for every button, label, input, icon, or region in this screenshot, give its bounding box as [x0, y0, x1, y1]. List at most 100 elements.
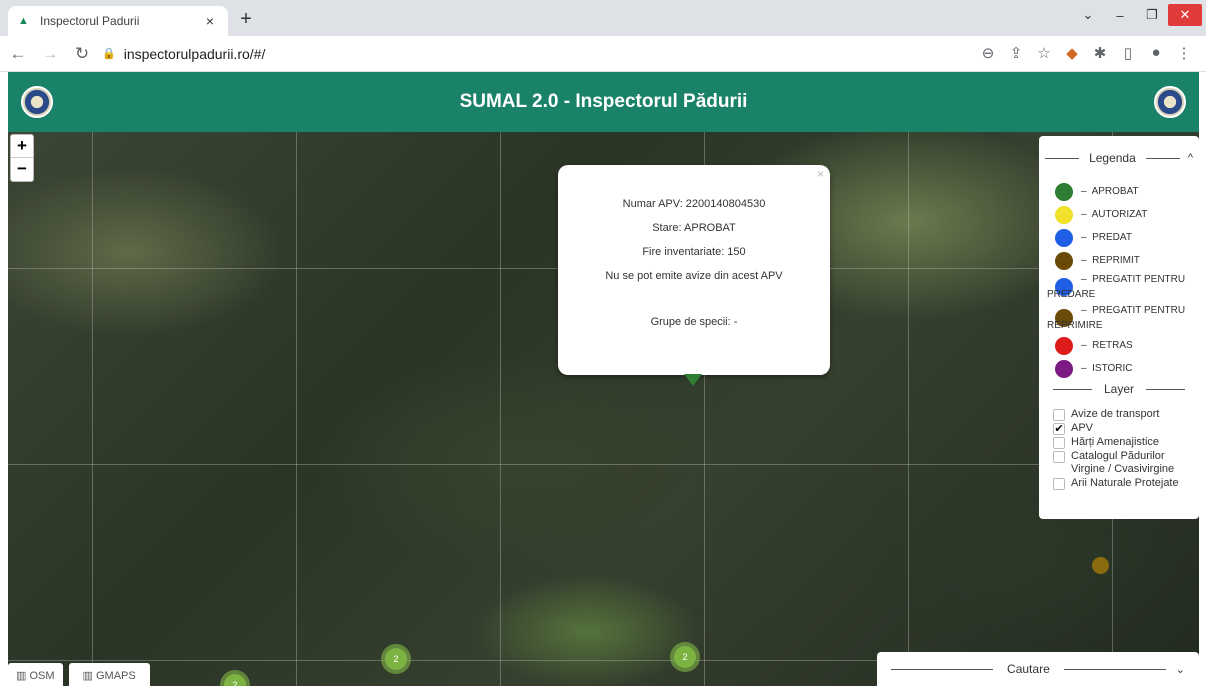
- layer-label: Catalogul Pădurilor Virgine / Cvasivirgi…: [1071, 450, 1175, 475]
- reload-icon[interactable]: ↻: [68, 44, 96, 64]
- close-tab-icon[interactable]: ×: [202, 13, 218, 29]
- minimize-button[interactable]: –: [1104, 8, 1136, 23]
- extension-icon[interactable]: ◆: [1058, 44, 1086, 62]
- legend-label: ISTORIC: [1092, 363, 1133, 374]
- browser-toolbar: ← → ↻ 🔒 inspectorulpadurii.ro/#/ ⊖ ⇪ ☆ ◆…: [0, 36, 1206, 72]
- status-dot: [1055, 205, 1073, 224]
- layer-checkbox[interactable]: [1053, 437, 1065, 449]
- zoom-icon[interactable]: ⊖: [974, 44, 1002, 62]
- osm-label: OSM: [29, 670, 55, 682]
- sidepanel-icon[interactable]: ▯: [1114, 44, 1142, 62]
- legend-panel: Legenda ^ – APROBAT – AUTORIZAT – PREDAT…: [1039, 136, 1199, 519]
- apv-marker[interactable]: [684, 374, 702, 386]
- window-controls: ⌄ – ❐ ✕: [1072, 0, 1206, 30]
- bookmark-star-icon[interactable]: ☆: [1030, 44, 1058, 62]
- apv-number: Numar APV: 2200140804530: [622, 198, 766, 210]
- legend-item: – RETRAS: [1039, 334, 1199, 357]
- layer-checkbox[interactable]: [1053, 478, 1065, 490]
- status-dot: [1055, 251, 1073, 270]
- status-dot: [1055, 359, 1073, 378]
- legend-header[interactable]: Legenda ^: [1039, 136, 1199, 180]
- restore-button[interactable]: ❐: [1136, 7, 1168, 23]
- forward-icon[interactable]: →: [36, 44, 64, 64]
- layer-option[interactable]: ✔ APV: [1039, 422, 1199, 435]
- page-title: SUMAL 2.0 - Inspectorul Pădurii: [459, 91, 748, 112]
- close-window-button[interactable]: ✕: [1168, 4, 1202, 26]
- cluster-count: 2: [674, 646, 696, 668]
- apv-marker-reprimit[interactable]: [1092, 557, 1109, 574]
- basemap-switcher: ▥ OSM ▥ GMAPS: [8, 663, 156, 686]
- menu-icon[interactable]: ⋮: [1170, 44, 1198, 62]
- legend-item: – PREDAT: [1039, 226, 1199, 249]
- zoom-control: + −: [10, 134, 34, 182]
- cluster-marker[interactable]: 2: [670, 642, 700, 672]
- cluster-count: 2: [224, 674, 246, 686]
- legend-item: – PREGATIT PENTRU PREDARE: [1047, 274, 1186, 300]
- legend-label: PREGATIT PENTRU: [1092, 305, 1186, 316]
- layer-checkbox-checked[interactable]: ✔: [1053, 423, 1065, 435]
- layer-header: Layer: [1039, 378, 1199, 400]
- layer-option[interactable]: Avize de transport: [1039, 408, 1199, 421]
- popup-close-icon[interactable]: ×: [817, 167, 824, 181]
- new-tab-button[interactable]: +: [236, 9, 256, 30]
- government-logo-icon: [21, 86, 53, 118]
- legend-item: – PREGATIT PENTRU REPRIMIRE: [1047, 305, 1186, 331]
- zoom-in-button[interactable]: +: [11, 135, 33, 158]
- tab-title: Inspectorul Padurii: [40, 14, 140, 28]
- ministry-logo-icon: [1154, 86, 1186, 118]
- gmaps-button[interactable]: ▥ GMAPS: [68, 663, 150, 686]
- puzzle-icon[interactable]: ✱: [1086, 44, 1114, 62]
- satellite-map[interactable]: + − × Numar APV: 2200140804530 Stare: AP…: [8, 132, 1199, 686]
- layer-label: Arii Naturale Protejate: [1071, 477, 1179, 489]
- legend-label: RETRAS: [1092, 340, 1133, 351]
- layer-label: Hărți Amenajistice: [1071, 436, 1160, 448]
- status-dot: [1055, 182, 1073, 201]
- address-bar[interactable]: 🔒 inspectorulpadurii.ro/#/: [102, 40, 1002, 68]
- legend-label: AUTORIZAT: [1091, 209, 1148, 220]
- expand-chevron-icon[interactable]: ⌄: [1176, 663, 1185, 676]
- status-dot: [1055, 228, 1073, 247]
- osm-button[interactable]: ▥ OSM: [8, 663, 63, 686]
- lock-icon[interactable]: 🔒: [102, 47, 116, 60]
- gmaps-label: GMAPS: [96, 670, 136, 682]
- legend-label: PREDAT: [1092, 232, 1132, 243]
- collapse-chevron-icon[interactable]: ^: [1188, 152, 1193, 164]
- toolbar-icons: ⊖ ⇪ ☆ ◆ ✱ ▯ ● ⋮: [974, 44, 1198, 62]
- layer-option[interactable]: Catalogul Pădurilor Virgine / Cvasivirgi…: [1039, 450, 1199, 476]
- url-text: inspectorulpadurii.ro/#/: [123, 45, 266, 62]
- legend-label: REPRIMIT: [1092, 255, 1140, 266]
- cluster-count: 2: [385, 648, 407, 670]
- legend-label: PREGATIT PENTRU: [1092, 274, 1186, 285]
- layer-title: Layer: [1103, 382, 1135, 396]
- browser-tab[interactable]: ▲ Inspectorul Padurii ×: [8, 6, 228, 36]
- share-icon[interactable]: ⇪: [1002, 44, 1030, 62]
- layer-option[interactable]: Arii Naturale Protejate: [1039, 477, 1199, 490]
- legend-label: APROBAT: [1091, 186, 1139, 197]
- search-title: Cautare: [1007, 662, 1050, 676]
- apv-species: Grupe de specii: -: [650, 316, 738, 328]
- legend-item: – AUTORIZAT: [1039, 203, 1199, 226]
- layer-option[interactable]: Hărți Amenajistice: [1039, 436, 1199, 449]
- back-icon[interactable]: ←: [4, 44, 32, 64]
- layer-label: Avize de transport: [1071, 408, 1160, 420]
- layer-checkbox[interactable]: [1053, 409, 1065, 421]
- layer-checkbox[interactable]: [1053, 451, 1065, 463]
- apv-trees: Fire inventariate: 150: [642, 246, 746, 258]
- layer-list: Avize de transport ✔ APV Hărți Amenajisti…: [1039, 408, 1199, 490]
- legend-item: – REPRIMIT: [1039, 249, 1199, 272]
- status-dot: [1055, 336, 1073, 355]
- layer-label: APV: [1071, 422, 1094, 434]
- profile-icon[interactable]: ●: [1142, 44, 1170, 62]
- legend-item: – ISTORIC: [1039, 357, 1199, 380]
- legend-title: Legenda: [1089, 151, 1136, 165]
- browser-tab-bar: ▲ Inspectorul Padurii × + ⌄ – ❐ ✕: [0, 0, 1206, 36]
- apv-popup: × Numar APV: 2200140804530 Stare: APROBA…: [558, 165, 830, 375]
- apv-status: Stare: APROBAT: [652, 222, 736, 234]
- cluster-marker[interactable]: 2: [381, 644, 411, 674]
- map-icon: ▥: [82, 670, 93, 682]
- search-panel[interactable]: Cautare ⌄: [877, 652, 1199, 686]
- tab-search-icon[interactable]: ⌄: [1072, 7, 1104, 23]
- legend-label-cont: REPRIMIRE: [1047, 320, 1103, 331]
- legend-label-cont: PREDARE: [1047, 289, 1096, 300]
- zoom-out-button[interactable]: −: [11, 158, 33, 181]
